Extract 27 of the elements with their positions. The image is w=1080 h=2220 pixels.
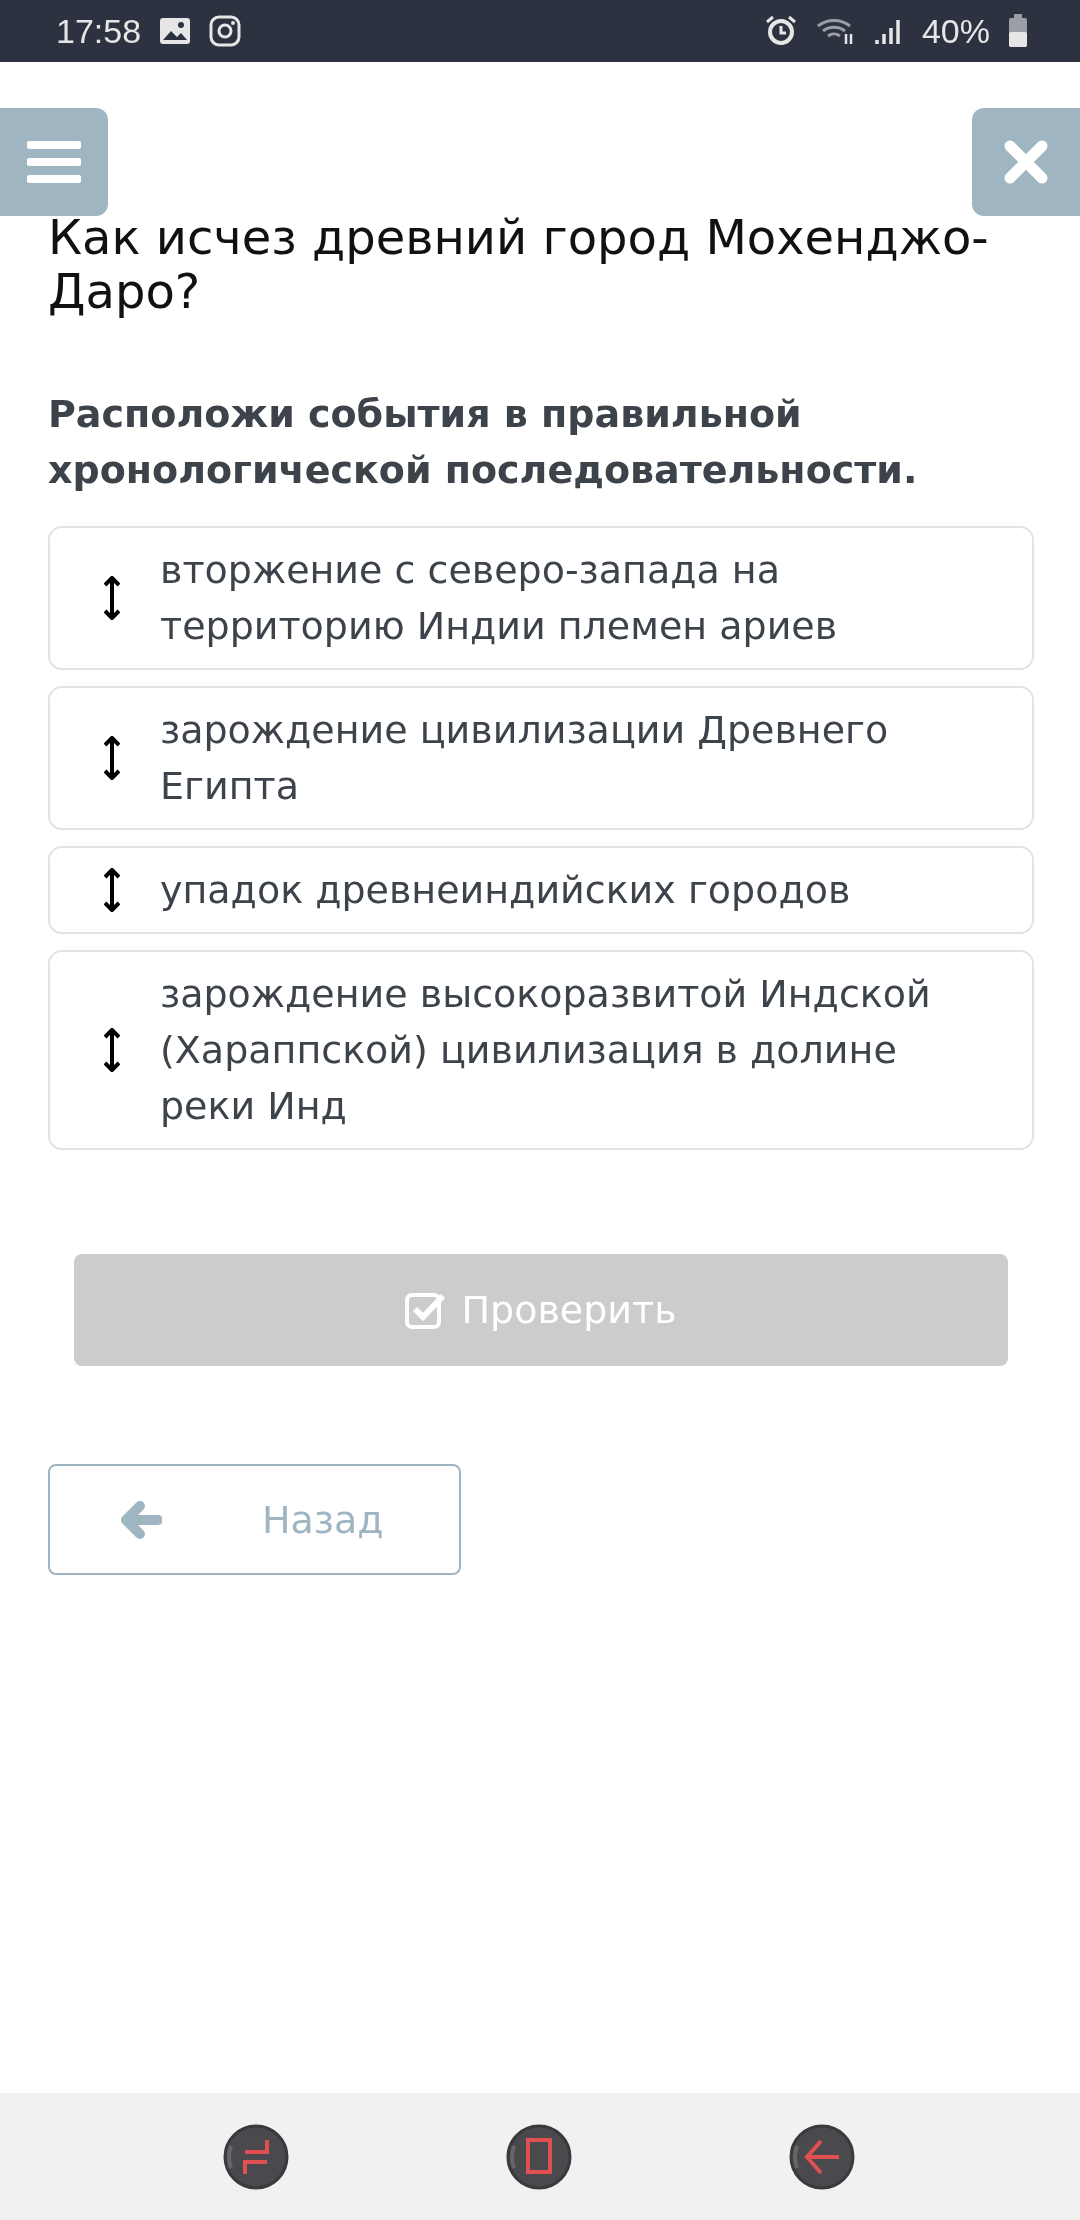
back-icon[interactable] [789, 2123, 855, 2190]
image-icon [159, 17, 192, 45]
event-text: упадок древнеиндийских городов [160, 867, 851, 914]
battery-percent: 40% [921, 11, 990, 51]
clock-time: 17:58 [56, 11, 142, 51]
home-icon[interactable] [506, 2123, 572, 2190]
event-text: зарождение высокоразвитой Индской (Хараппской) цивилизация в долине реки Инд [160, 971, 932, 1130]
sortable-item[interactable]: зарождение высокоразвитой Индской (Хараппской) цивилизация в долине реки Инд [48, 950, 1034, 1150]
left-arrow-icon [120, 1500, 162, 1539]
battery-icon [1008, 14, 1028, 48]
vertical-arrows-icon [104, 736, 120, 780]
menu-icon [27, 140, 81, 184]
checkbox-icon [405, 1290, 448, 1330]
camera-icon [209, 15, 242, 47]
vertical-arrows-icon [104, 576, 120, 620]
sortable-item[interactable]: упадок древнеиндийских городов [48, 846, 1034, 934]
vertical-arrows-icon [104, 1028, 120, 1072]
recent-apps-icon[interactable] [223, 2123, 289, 2190]
sortable-item[interactable]: зарождение цивилизации Древнего Египта [48, 686, 1034, 830]
event-text: вторжение с северо-запада на территорию Индии племен ариев [160, 547, 839, 650]
alarm-icon [763, 14, 798, 48]
vertical-arrows-icon [104, 868, 120, 912]
close-icon [1004, 140, 1048, 184]
instruction-text: Расположи события в правильной хронологической последовательности. [48, 391, 919, 494]
event-text: зарождение цивилизации Древнего Египта [160, 707, 890, 810]
question-title: Как исчез древний город Мохенджо-Даро? [48, 210, 990, 318]
sortable-item[interactable]: вторжение с северо-запада на территорию Индии племен ариев [48, 526, 1034, 670]
